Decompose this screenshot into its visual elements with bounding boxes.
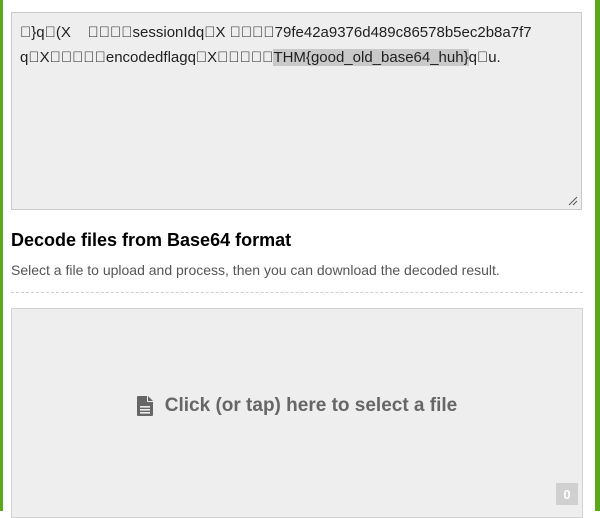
section-description: Select a file to upload and process, the… [11, 262, 500, 278]
decoded-output-textarea[interactable]:  }q (X     sessionIdq X     79fe42a9376d… [11, 12, 582, 210]
output-line-2-suffix: q u. [468, 49, 501, 66]
section-title: Decode files from Base64 format [11, 230, 292, 250]
resize-handle-icon[interactable] [568, 196, 578, 206]
output-line-2-prefix: q X     encodedflagq X      [20, 49, 274, 66]
selected-flag-text: THM{good_old_base64_huh} [273, 49, 469, 66]
dropzone-content: Click (or tap) here to select a file [12, 395, 582, 417]
page-border-right [595, 0, 600, 511]
file-count-badge: 0 [556, 483, 578, 505]
output-line-1:  }q (X     sessionIdq X     79fe42a9376d… [20, 24, 532, 41]
dropzone-label: Click (or tap) here to select a file [164, 395, 458, 416]
page-border-left [0, 0, 3, 511]
divider [11, 292, 583, 293]
file-dropzone[interactable]: Click (or tap) here to select a file 0 [11, 308, 583, 518]
file-icon [136, 396, 153, 416]
